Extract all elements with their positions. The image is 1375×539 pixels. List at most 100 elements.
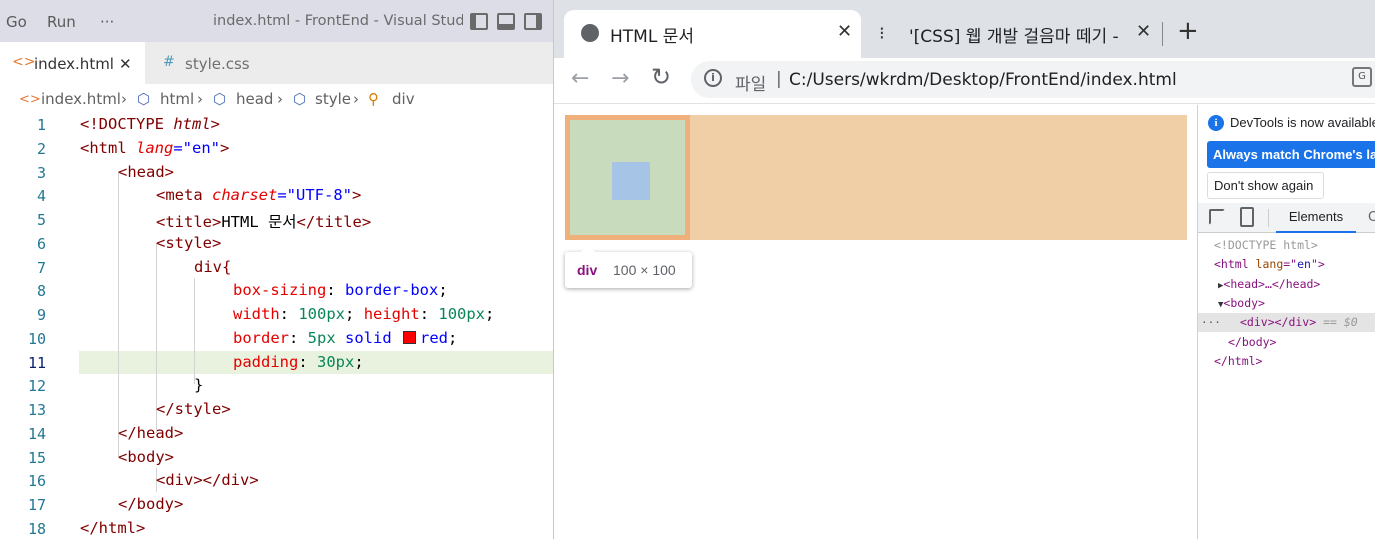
menu-run[interactable]: Run <box>47 13 76 31</box>
devtools-language-notice: i DevTools is now available in Always ma… <box>1198 105 1375 199</box>
element-inspector-tooltip: div 100 × 100 <box>565 245 692 288</box>
vscode-window: Go Run ··· index.html - FrontEnd - Visua… <box>0 0 553 539</box>
address-bar[interactable]: i 파일 | C:/Users/wkrdm/Desktop/FrontEnd/i… <box>691 61 1375 98</box>
tooltip-arrow <box>581 245 595 252</box>
breadcrumb-item[interactable]: div <box>392 90 415 108</box>
always-match-language-button[interactable]: Always match Chrome's language <box>1207 141 1375 168</box>
inspect-element-icon[interactable] <box>1209 209 1225 225</box>
line-number: 9 <box>36 306 46 324</box>
line-number: 8 <box>36 282 46 300</box>
cube-icon: ⬡ <box>137 90 151 108</box>
tab-title: '[CSS] 웹 개발 걸음마 떼기 - <box>909 27 1119 47</box>
menu-go[interactable]: Go <box>6 13 27 31</box>
close-icon[interactable]: ✕ <box>837 21 852 42</box>
dom-node[interactable]: <html lang="en"> <box>1198 255 1375 274</box>
line-number: 15 <box>27 449 46 467</box>
code-line: </style> <box>156 400 231 418</box>
breadcrumb-item[interactable]: index.html <box>41 90 121 108</box>
dom-node-body[interactable]: ▼<body> <box>1198 294 1375 313</box>
line-number: 7 <box>36 259 46 277</box>
line-number: 17 <box>27 496 46 514</box>
tooltip-tag: div <box>577 262 598 278</box>
notice-text: DevTools is now available in <box>1230 115 1375 130</box>
address-scheme: 파일 <box>735 75 767 95</box>
info-icon[interactable]: i <box>704 69 722 87</box>
breadcrumb: <> index.html › ⬡ html › ⬡ head › ⬡ styl… <box>0 84 553 114</box>
code-line: } <box>194 376 204 394</box>
cube-icon: ⬡ <box>213 90 227 108</box>
vscode-title-bar: Go Run ··· index.html - FrontEnd - Visua… <box>0 0 553 42</box>
line-number: 14 <box>27 425 46 443</box>
line-number: 11 <box>27 354 46 372</box>
info-icon: i <box>1208 115 1224 131</box>
tab-strip: HTML 문서 ✕ ⁝ '[CSS] 웹 개발 걸음마 떼기 - ✕ + <box>554 0 1375 58</box>
menu-more[interactable]: ··· <box>100 13 114 31</box>
close-icon[interactable]: ✕ <box>119 55 132 73</box>
devtools-tabs: Elements Co <box>1198 203 1375 233</box>
dom-node-head[interactable]: ▶<head>…</head> <box>1198 275 1375 294</box>
code-line: </head> <box>118 424 184 442</box>
css-file-icon: # <box>163 54 175 70</box>
browser-tab[interactable]: ⁝ '[CSS] 웹 개발 걸음마 떼기 - ✕ <box>866 10 1163 58</box>
address-separator: | <box>776 69 782 89</box>
forward-button[interactable]: → <box>611 66 629 91</box>
line-number: 5 <box>36 211 46 229</box>
css-rule-icon: ⚲ <box>368 90 379 108</box>
tab-separator <box>1162 22 1163 46</box>
toggle-secondary-sidebar-icon[interactable] <box>524 13 542 30</box>
browser-tab-active[interactable]: HTML 문서 ✕ <box>564 10 861 58</box>
more-options-icon[interactable]: ··· <box>1201 313 1221 332</box>
line-number: 1 <box>36 116 46 134</box>
device-toolbar-icon[interactable] <box>1240 207 1254 227</box>
dont-show-again-button[interactable]: Don't show again <box>1207 172 1324 199</box>
toggle-panel-icon[interactable] <box>497 13 515 30</box>
code-editor[interactable]: 1 2 3 4 5 6 7 8 9 10 11 12 13 14 15 16 1… <box>0 112 553 539</box>
new-tab-button[interactable]: + <box>1177 16 1199 46</box>
color-swatch-icon[interactable] <box>403 331 416 344</box>
line-number: 3 <box>36 164 46 182</box>
tab-console[interactable]: Co <box>1368 210 1375 225</box>
highlighted-div-margin[interactable] <box>565 115 1187 240</box>
close-icon[interactable]: ✕ <box>1136 21 1151 42</box>
line-number: 6 <box>36 235 46 253</box>
line-number: 4 <box>36 187 46 205</box>
dom-node[interactable]: </html> <box>1198 352 1375 371</box>
highlighted-div-padding <box>570 120 685 235</box>
code-line: <body> <box>118 448 174 466</box>
tab-elements[interactable]: Elements <box>1276 203 1356 233</box>
toggle-sidebar-icon[interactable] <box>470 13 488 30</box>
chevron-right-icon: › <box>277 90 283 108</box>
line-number: 12 <box>27 377 46 395</box>
translate-icon[interactable]: G <box>1352 67 1372 87</box>
dom-node[interactable]: </body> <box>1198 333 1375 352</box>
dom-node-div-selected[interactable]: ··· <div></div> == $0 <box>1198 313 1375 332</box>
indent-guide <box>118 171 119 457</box>
chevron-right-icon: › <box>121 90 127 108</box>
highlighted-div-border <box>565 115 690 240</box>
tab-index-html[interactable]: <> index.html ✕ <box>0 42 145 84</box>
dom-node[interactable]: <!DOCTYPE html> <box>1198 236 1375 255</box>
devtools-panel: i DevTools is now available in Always ma… <box>1197 105 1375 539</box>
code-line: div{ <box>194 258 232 276</box>
breadcrumb-item[interactable]: html <box>160 90 194 108</box>
chevron-right-icon: › <box>197 90 203 108</box>
highlighted-div-content <box>612 162 650 200</box>
code-line: padding: 30px; <box>233 353 364 371</box>
code-line: width: 100px; height: 100px; <box>233 305 495 323</box>
site-icon: ⁝ <box>879 23 885 44</box>
tab-title: HTML 문서 <box>610 27 694 47</box>
back-button[interactable]: ← <box>571 66 589 91</box>
divider <box>1268 209 1269 227</box>
line-number: 2 <box>36 140 46 158</box>
reload-button[interactable]: ↻ <box>651 63 671 91</box>
breadcrumb-item[interactable]: style <box>315 90 351 108</box>
breadcrumb-item[interactable]: head <box>236 90 273 108</box>
dom-tree: <!DOCTYPE html> <html lang="en"> ▶<head>… <box>1198 235 1375 535</box>
address-url: C:/Users/wkrdm/Desktop/FrontEnd/index.ht… <box>789 70 1177 90</box>
tab-label: style.css <box>185 55 250 73</box>
tab-style-css[interactable]: # style.css <box>145 42 293 84</box>
tooltip-size: 100 × 100 <box>613 262 676 278</box>
code-line: <meta charset="UTF-8"> <box>156 186 362 204</box>
line-number: 10 <box>27 330 46 348</box>
code-line: border: 5px solid red; <box>233 329 458 347</box>
